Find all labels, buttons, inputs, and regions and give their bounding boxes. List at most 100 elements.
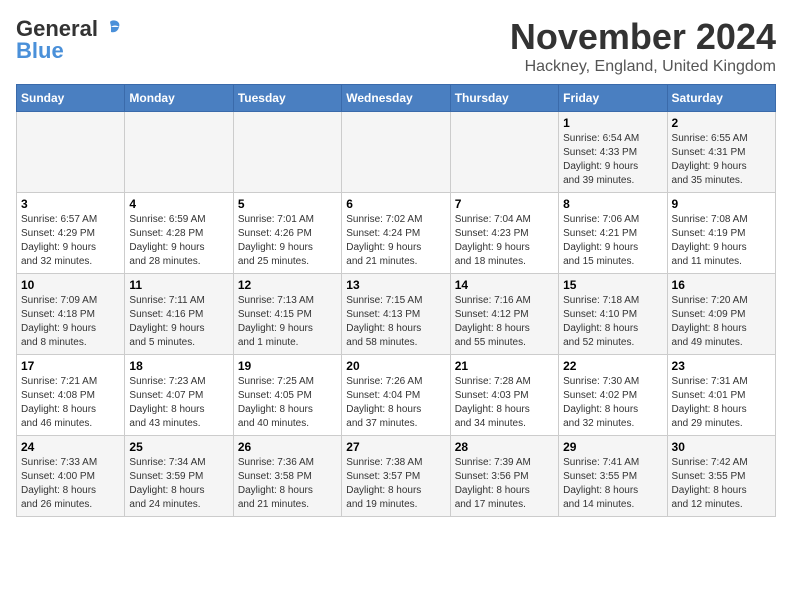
calendar-cell: 13Sunrise: 7:15 AM Sunset: 4:13 PM Dayli… <box>342 274 450 355</box>
day-info: Sunrise: 7:39 AM Sunset: 3:56 PM Dayligh… <box>455 456 554 512</box>
day-info: Sunrise: 7:08 AM Sunset: 4:19 PM Dayligh… <box>672 213 771 269</box>
day-number: 2 <box>672 116 771 130</box>
day-info: Sunrise: 7:04 AM Sunset: 4:23 PM Dayligh… <box>455 213 554 269</box>
day-number: 25 <box>129 440 228 454</box>
calendar-cell: 28 Sunrise: 7:39 AM Sunset: 3:56 PM Dayli… <box>450 436 558 517</box>
day-info: Sunrise: 7:34 AM Sunset: 3:59 PM Dayligh… <box>129 456 228 512</box>
calendar-week-row: 17 Sunrise: 7:21 AM Sunset: 4:08 PM Dayli… <box>17 355 776 436</box>
day-info: Sunrise: 7:30 AM Sunset: 4:02 PM Dayligh… <box>563 375 662 431</box>
day-info: Sunrise: 7:16 AM Sunset: 4:12 PM Dayligh… <box>455 294 554 350</box>
day-number: 8 <box>563 197 662 211</box>
calendar-cell: 1 Sunrise: 6:54 AM Sunset: 4:33 PM Daylig… <box>559 112 667 193</box>
day-number: 11 <box>129 278 228 292</box>
calendar-cell: 15Sunrise: 7:18 AM Sunset: 4:10 PM Dayli… <box>559 274 667 355</box>
day-number: 21 <box>455 359 554 373</box>
day-number: 17 <box>21 359 120 373</box>
day-number: 28 <box>455 440 554 454</box>
day-info: Sunrise: 7:42 AM Sunset: 3:55 PM Dayligh… <box>672 456 771 512</box>
calendar-cell: 19 Sunrise: 7:25 AM Sunset: 4:05 PM Dayli… <box>233 355 341 436</box>
calendar-cell: 3Sunrise: 6:57 AM Sunset: 4:29 PM Daylig… <box>17 193 125 274</box>
day-number: 14 <box>455 278 554 292</box>
calendar-cell: 7Sunrise: 7:04 AM Sunset: 4:23 PM Daylig… <box>450 193 558 274</box>
calendar-week-row: 10 Sunrise: 7:09 AM Sunset: 4:18 PM Dayli… <box>17 274 776 355</box>
calendar-cell: 11 Sunrise: 7:11 AM Sunset: 4:16 PM Dayli… <box>125 274 233 355</box>
day-number: 19 <box>238 359 337 373</box>
day-info: Sunrise: 7:26 AM Sunset: 4:04 PM Dayligh… <box>346 375 445 431</box>
calendar-cell <box>17 112 125 193</box>
weekday-header-sunday: Sunday <box>17 85 125 112</box>
day-number: 1 <box>563 116 662 130</box>
calendar-cell: 22 Sunrise: 7:30 AM Sunset: 4:02 PM Dayli… <box>559 355 667 436</box>
day-number: 30 <box>672 440 771 454</box>
weekday-header-wednesday: Wednesday <box>342 85 450 112</box>
day-info: Sunrise: 7:02 AM Sunset: 4:24 PM Dayligh… <box>346 213 445 269</box>
page-header: General Blue November 2024 Hackney, Engl… <box>16 16 776 76</box>
calendar-week-row: 1 Sunrise: 6:54 AM Sunset: 4:33 PM Daylig… <box>17 112 776 193</box>
logo-blue-text: Blue <box>16 38 64 64</box>
day-info: Sunrise: 6:54 AM Sunset: 4:33 PM Dayligh… <box>563 132 662 188</box>
day-info: Sunrise: 7:13 AM Sunset: 4:15 PM Dayligh… <box>238 294 337 350</box>
day-info: Sunrise: 7:06 AM Sunset: 4:21 PM Dayligh… <box>563 213 662 269</box>
day-info: Sunrise: 7:38 AM Sunset: 3:57 PM Dayligh… <box>346 456 445 512</box>
day-number: 22 <box>563 359 662 373</box>
weekday-header-tuesday: Tuesday <box>233 85 341 112</box>
calendar-cell: 25 Sunrise: 7:34 AM Sunset: 3:59 PM Dayli… <box>125 436 233 517</box>
calendar-week-row: 3Sunrise: 6:57 AM Sunset: 4:29 PM Daylig… <box>17 193 776 274</box>
day-info: Sunrise: 7:33 AM Sunset: 4:00 PM Dayligh… <box>21 456 120 512</box>
calendar-cell: 17 Sunrise: 7:21 AM Sunset: 4:08 PM Dayli… <box>17 355 125 436</box>
day-number: 12 <box>238 278 337 292</box>
calendar-cell <box>342 112 450 193</box>
day-number: 24 <box>21 440 120 454</box>
day-info: Sunrise: 7:11 AM Sunset: 4:16 PM Dayligh… <box>129 294 228 350</box>
day-info: Sunrise: 7:25 AM Sunset: 4:05 PM Dayligh… <box>238 375 337 431</box>
calendar-cell: 2 Sunrise: 6:55 AM Sunset: 4:31 PM Daylig… <box>667 112 775 193</box>
day-number: 26 <box>238 440 337 454</box>
day-info: Sunrise: 7:41 AM Sunset: 3:55 PM Dayligh… <box>563 456 662 512</box>
location-subtitle: Hackney, England, United Kingdom <box>510 58 776 76</box>
logo-bird-icon <box>101 19 121 37</box>
calendar-cell: 8 Sunrise: 7:06 AM Sunset: 4:21 PM Daylig… <box>559 193 667 274</box>
day-number: 3 <box>21 197 120 211</box>
calendar-cell: 24 Sunrise: 7:33 AM Sunset: 4:00 PM Dayli… <box>17 436 125 517</box>
day-info: Sunrise: 7:01 AM Sunset: 4:26 PM Dayligh… <box>238 213 337 269</box>
day-info: Sunrise: 7:28 AM Sunset: 4:03 PM Dayligh… <box>455 375 554 431</box>
day-info: Sunrise: 7:21 AM Sunset: 4:08 PM Dayligh… <box>21 375 120 431</box>
day-info: Sunrise: 7:31 AM Sunset: 4:01 PM Dayligh… <box>672 375 771 431</box>
day-number: 4 <box>129 197 228 211</box>
day-number: 10 <box>21 278 120 292</box>
calendar-cell: 6 Sunrise: 7:02 AM Sunset: 4:24 PM Daylig… <box>342 193 450 274</box>
calendar-cell: 26 Sunrise: 7:36 AM Sunset: 3:58 PM Dayli… <box>233 436 341 517</box>
logo: General Blue <box>16 16 121 64</box>
weekday-header-saturday: Saturday <box>667 85 775 112</box>
calendar-cell: 29 Sunrise: 7:41 AM Sunset: 3:55 PM Dayli… <box>559 436 667 517</box>
calendar-cell: 20 Sunrise: 7:26 AM Sunset: 4:04 PM Dayli… <box>342 355 450 436</box>
day-number: 20 <box>346 359 445 373</box>
calendar-cell: 4 Sunrise: 6:59 AM Sunset: 4:28 PM Daylig… <box>125 193 233 274</box>
calendar-week-row: 24 Sunrise: 7:33 AM Sunset: 4:00 PM Dayli… <box>17 436 776 517</box>
day-info: Sunrise: 7:36 AM Sunset: 3:58 PM Dayligh… <box>238 456 337 512</box>
day-number: 9 <box>672 197 771 211</box>
day-number: 18 <box>129 359 228 373</box>
day-info: Sunrise: 7:09 AM Sunset: 4:18 PM Dayligh… <box>21 294 120 350</box>
calendar-cell: 14 Sunrise: 7:16 AM Sunset: 4:12 PM Dayli… <box>450 274 558 355</box>
day-number: 6 <box>346 197 445 211</box>
calendar-cell: 27 Sunrise: 7:38 AM Sunset: 3:57 PM Dayli… <box>342 436 450 517</box>
day-info: Sunrise: 6:55 AM Sunset: 4:31 PM Dayligh… <box>672 132 771 188</box>
calendar-cell: 5Sunrise: 7:01 AM Sunset: 4:26 PM Daylig… <box>233 193 341 274</box>
title-block: November 2024 Hackney, England, United K… <box>510 16 776 76</box>
day-info: Sunrise: 7:15 AM Sunset: 4:13 PM Dayligh… <box>346 294 445 350</box>
calendar-cell <box>450 112 558 193</box>
calendar-cell <box>233 112 341 193</box>
calendar-cell: 12 Sunrise: 7:13 AM Sunset: 4:15 PM Dayli… <box>233 274 341 355</box>
day-number: 15 <box>563 278 662 292</box>
day-info: Sunrise: 7:23 AM Sunset: 4:07 PM Dayligh… <box>129 375 228 431</box>
calendar-cell: 21 Sunrise: 7:28 AM Sunset: 4:03 PM Dayli… <box>450 355 558 436</box>
day-number: 16 <box>672 278 771 292</box>
day-info: Sunrise: 7:20 AM Sunset: 4:09 PM Dayligh… <box>672 294 771 350</box>
day-info: Sunrise: 6:59 AM Sunset: 4:28 PM Dayligh… <box>129 213 228 269</box>
calendar-cell: 23Sunrise: 7:31 AM Sunset: 4:01 PM Dayli… <box>667 355 775 436</box>
day-number: 27 <box>346 440 445 454</box>
calendar-cell: 9 Sunrise: 7:08 AM Sunset: 4:19 PM Daylig… <box>667 193 775 274</box>
day-number: 29 <box>563 440 662 454</box>
calendar-cell: 30 Sunrise: 7:42 AM Sunset: 3:55 PM Dayli… <box>667 436 775 517</box>
